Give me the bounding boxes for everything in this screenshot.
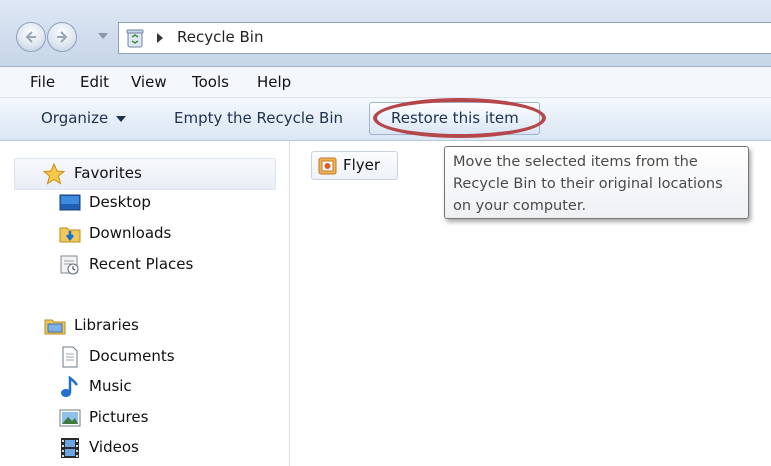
restore-item-label: Restore this item	[391, 109, 519, 127]
restore-tooltip: Move the selected items from the Recycle…	[444, 146, 749, 219]
nav-pictures[interactable]: Pictures	[59, 406, 259, 430]
nav-favorites[interactable]: Favorites	[14, 158, 276, 190]
pictures-label: Pictures	[89, 408, 149, 426]
menu-help[interactable]: Help	[257, 73, 291, 91]
recent-places-icon	[60, 255, 79, 275]
nav-music[interactable]: Music	[59, 375, 259, 399]
document-icon	[62, 346, 78, 368]
libraries-label: Libraries	[74, 316, 139, 334]
empty-recycle-bin-button[interactable]: Empty the Recycle Bin	[174, 109, 343, 127]
organize-label: Organize	[41, 109, 109, 127]
navigation-pane: Favorites Desktop Downloads Recent Place…	[0, 141, 290, 466]
music-note-icon	[61, 376, 78, 397]
library-folder-icon	[44, 319, 66, 335]
star-icon	[43, 163, 65, 185]
image-file-icon	[318, 157, 337, 175]
nav-libraries[interactable]: Libraries	[44, 314, 264, 338]
recent-places-label: Recent Places	[89, 255, 194, 273]
recent-pages-dropdown[interactable]	[98, 33, 108, 39]
chevron-down-icon	[116, 115, 127, 122]
nav-recent-places[interactable]: Recent Places	[59, 253, 259, 277]
videos-label: Videos	[89, 438, 139, 456]
command-toolbar: Organize Empty the Recycle Bin Restore t…	[0, 98, 771, 141]
file-name: Flyer	[343, 156, 381, 174]
file-item[interactable]: Flyer	[311, 151, 398, 180]
music-label: Music	[89, 377, 132, 395]
address-location[interactable]: Recycle Bin	[177, 28, 263, 46]
forward-arrow-icon	[57, 31, 68, 43]
title-bar: Recycle Bin	[0, 0, 771, 67]
organize-button[interactable]: Organize	[41, 109, 127, 127]
pictures-icon	[59, 409, 81, 427]
back-arrow-icon	[25, 31, 36, 43]
restore-item-button[interactable]: Restore this item	[369, 102, 540, 135]
nav-documents[interactable]: Documents	[59, 345, 259, 369]
film-icon	[61, 438, 79, 458]
nav-downloads[interactable]: Downloads	[59, 222, 259, 246]
menu-view[interactable]: View	[131, 73, 167, 91]
menu-bar: File Edit View Tools Help	[0, 67, 771, 98]
desktop-label: Desktop	[89, 193, 151, 211]
downloads-label: Downloads	[89, 224, 172, 242]
breadcrumb-arrow-icon[interactable]	[157, 33, 163, 43]
nav-videos[interactable]: Videos	[59, 436, 259, 460]
downloads-folder-icon	[59, 227, 81, 243]
recycle-bin-icon	[126, 29, 144, 48]
favorites-label: Favorites	[74, 164, 142, 182]
nav-desktop[interactable]: Desktop	[59, 191, 259, 215]
menu-tools[interactable]: Tools	[192, 73, 229, 91]
forward-button[interactable]	[47, 22, 77, 52]
menu-edit[interactable]: Edit	[80, 73, 109, 91]
address-bar[interactable]: Recycle Bin	[118, 22, 771, 54]
back-button[interactable]	[16, 22, 46, 52]
menu-file[interactable]: File	[30, 73, 55, 91]
desktop-icon	[59, 194, 81, 211]
documents-label: Documents	[89, 347, 175, 365]
